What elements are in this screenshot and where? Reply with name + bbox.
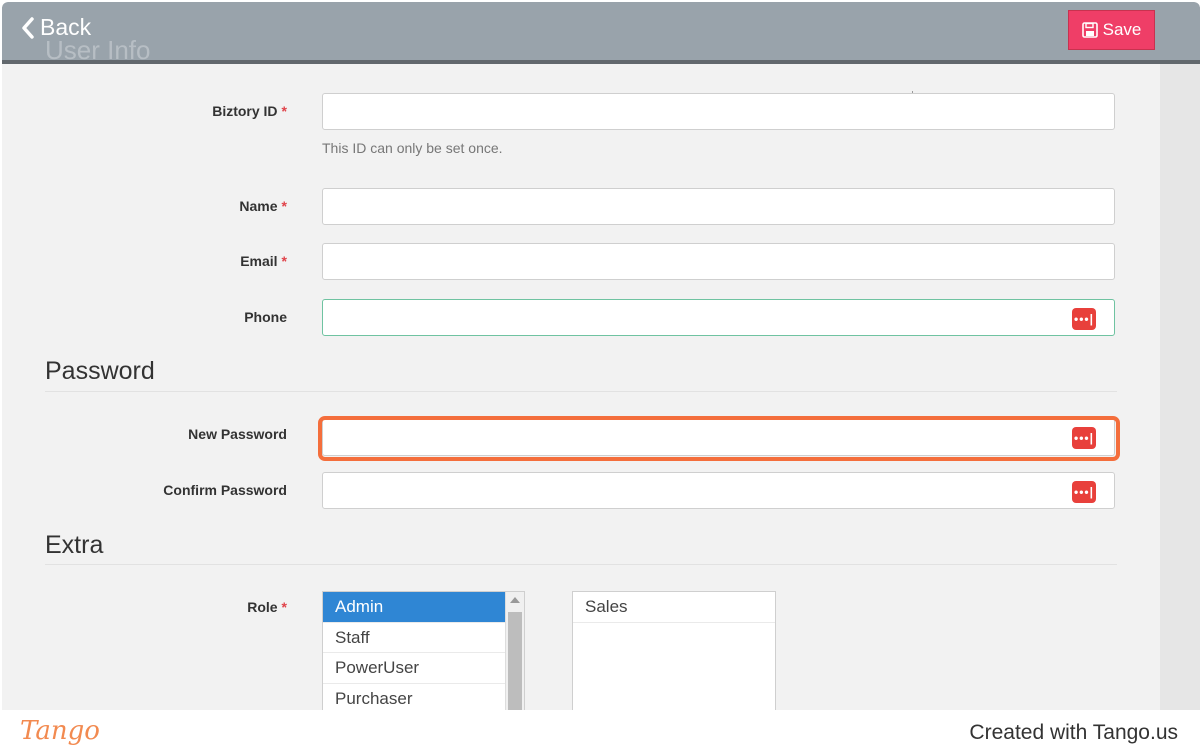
- section-divider: [45, 391, 1117, 392]
- role-option-purchaser[interactable]: Purchaser: [323, 684, 505, 711]
- scroll-up-arrow-icon[interactable]: [510, 597, 520, 603]
- confirm-password-label: Confirm Password: [163, 482, 287, 498]
- new-password-label: New Password: [188, 426, 287, 442]
- name-label: Name *: [239, 198, 287, 214]
- role-option-admin[interactable]: Admin: [323, 592, 505, 623]
- password-manager-icon[interactable]: •••|: [1072, 481, 1096, 503]
- save-button[interactable]: Save: [1068, 10, 1155, 50]
- save-button-label: Save: [1102, 20, 1142, 39]
- page-scrollbar[interactable]: [1160, 62, 1200, 710]
- role-option-poweruser[interactable]: PowerUser: [323, 653, 505, 684]
- back-button[interactable]: Back: [20, 14, 91, 41]
- role-assigned-sales[interactable]: Sales: [573, 592, 775, 623]
- email-input[interactable]: [322, 243, 1115, 280]
- tango-logo: Tango: [20, 716, 100, 746]
- chevron-left-icon: [22, 16, 34, 39]
- role-option-staff[interactable]: Staff: [323, 623, 505, 653]
- required-marker: *: [281, 103, 287, 119]
- section-title-extra: Extra: [45, 531, 104, 559]
- biztory-id-input[interactable]: [322, 93, 1115, 130]
- password-manager-icon[interactable]: •••|: [1072, 427, 1096, 449]
- biztory-id-label: Biztory ID *: [212, 103, 287, 119]
- new-password-input[interactable]: •••|: [322, 418, 1115, 456]
- phone-input[interactable]: •••|: [322, 299, 1115, 336]
- scrollbar-thumb[interactable]: [508, 612, 522, 710]
- back-button-label: Back: [40, 14, 92, 40]
- biztory-id-help-text: This ID can only be set once.: [322, 140, 503, 156]
- app-window: Save Back User Info Biztory ID * This ID …: [2, 2, 1200, 710]
- role-assigned-listbox[interactable]: Sales: [572, 591, 776, 710]
- role-label: Role *: [247, 599, 287, 615]
- required-marker: *: [281, 599, 287, 615]
- floppy-disk-icon: [1081, 22, 1098, 38]
- confirm-password-input[interactable]: •••|: [322, 472, 1115, 509]
- role-available-listbox[interactable]: Admin Staff PowerUser Purchaser: [322, 591, 525, 710]
- section-title-password: Password: [45, 357, 155, 385]
- required-marker: *: [281, 198, 287, 214]
- listbox-scrollbar[interactable]: [505, 592, 524, 710]
- section-divider: [45, 564, 1117, 565]
- created-with-credit: Created with Tango.us: [969, 721, 1178, 744]
- footer: Tango Created with Tango.us: [0, 710, 1200, 756]
- password-manager-icon[interactable]: •••|: [1072, 308, 1096, 330]
- phone-label: Phone: [244, 309, 287, 325]
- name-input[interactable]: [322, 188, 1115, 225]
- top-bar: Save: [2, 2, 1200, 64]
- email-label: Email *: [240, 253, 287, 269]
- required-marker: *: [281, 253, 287, 269]
